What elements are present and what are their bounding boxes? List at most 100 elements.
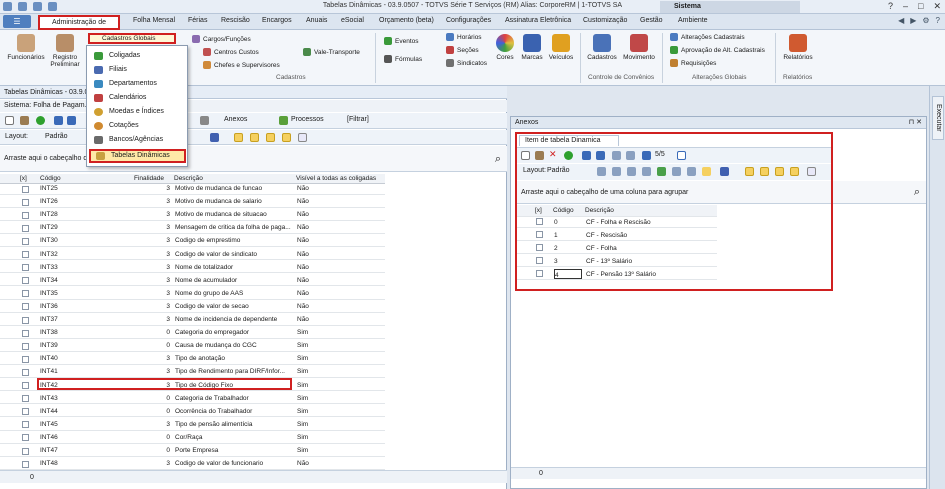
- table-row[interactable]: INT26 3 Motivo de mudanca de salario Não: [0, 197, 385, 208]
- executar-side-tab[interactable]: Executar: [932, 96, 944, 140]
- row-checkbox[interactable]: [22, 408, 29, 416]
- view-2-icon[interactable]: [250, 133, 259, 142]
- table-row[interactable]: INT29 3 Mensagem de critica da folha de pa…: [0, 223, 385, 235]
- help-icon[interactable]: ?: [936, 16, 940, 25]
- view-1-icon[interactable]: [234, 133, 243, 142]
- table-row[interactable]: INT30 3 Codigo de emprestimo Não: [0, 236, 385, 248]
- vale-transporte-button[interactable]: Vale-Transporte: [303, 48, 360, 56]
- row-checkbox[interactable]: [22, 355, 29, 363]
- search-icon[interactable]: ⌕: [914, 181, 920, 204]
- table-row[interactable]: INT25 3 Motivo de mudanca de funcao Não: [0, 184, 385, 195]
- table-row[interactable]: INT46 0 Cor/Raça Sim: [0, 433, 385, 444]
- aprovacao-button[interactable]: Aprovação de Alt. Cadastrais: [670, 46, 765, 54]
- pin-close-icon[interactable]: ⊓ ✕: [909, 117, 922, 129]
- chefes-supervisores-button[interactable]: Chefes e Supervisores: [203, 61, 280, 69]
- previous-icon[interactable]: [67, 116, 76, 125]
- registro-preliminar-button[interactable]: Registro Preliminar: [48, 34, 82, 68]
- close-icon[interactable]: ✕: [933, 1, 941, 12]
- table-row[interactable]: INT43 0 Categoria de Trabalhador Sim: [0, 394, 385, 405]
- search-icon[interactable]: ⌕: [495, 146, 501, 172]
- secoes-button[interactable]: Seções: [446, 46, 479, 54]
- row-checkbox[interactable]: [22, 434, 29, 442]
- row-checkbox[interactable]: [22, 421, 29, 429]
- menu-item-bancos[interactable]: Bancos/Agências: [89, 133, 186, 147]
- row-checkbox[interactable]: [22, 237, 29, 245]
- table-row[interactable]: INT44 0 Ocorrência do Trabalhador Sim: [0, 407, 385, 418]
- col-header-check[interactable]: [x]: [20, 174, 27, 183]
- tab-administracao-pessoal[interactable]: Administração de Pessoal: [38, 15, 120, 37]
- col-header-descricao[interactable]: Descrição: [174, 174, 203, 183]
- tab-orcamento[interactable]: Orçamento (beta): [379, 17, 434, 24]
- document-tab[interactable]: Tabelas Dinâmicas - 03.9.0...: [0, 86, 507, 99]
- formulas-button[interactable]: Fórmulas: [384, 55, 422, 63]
- row-checkbox[interactable]: [22, 251, 29, 258]
- movimento-button[interactable]: Movimento: [620, 34, 658, 61]
- marcas-button[interactable]: Marcas: [520, 34, 544, 61]
- row-checkbox[interactable]: [22, 211, 29, 219]
- table-row[interactable]: INT38 0 Categoria do empregador Sim: [0, 328, 385, 339]
- cargos-funcoes-button[interactable]: Cargos/Funções: [192, 35, 251, 43]
- tab-folha-mensal[interactable]: Folha Mensal: [133, 17, 175, 24]
- chart-icon[interactable]: [210, 133, 219, 142]
- view-3-icon[interactable]: [266, 133, 275, 142]
- sistema-field[interactable]: Folha de Pagam...: [33, 102, 90, 109]
- row-checkbox[interactable]: [22, 395, 29, 403]
- funcionarios-button[interactable]: Funcionários: [6, 34, 46, 61]
- table-row[interactable]: INT35 3 Nome do grupo de AAS Não: [0, 289, 385, 300]
- row-checkbox[interactable]: [22, 329, 29, 337]
- row-checkbox[interactable]: [22, 382, 29, 389]
- refresh-icon[interactable]: [36, 116, 45, 125]
- sindicatos-button[interactable]: Sindicatos: [446, 59, 487, 67]
- file-menu-button[interactable]: ☰: [3, 15, 31, 28]
- tab-assinatura[interactable]: Assinatura Eletrônica: [505, 17, 571, 24]
- row-checkbox[interactable]: [22, 447, 29, 455]
- tab-rescisao[interactable]: Rescisão: [221, 17, 250, 24]
- table-row[interactable]: INT48 3 Codigo de valor de funcionario Não: [0, 459, 385, 470]
- row-checkbox[interactable]: [22, 303, 29, 311]
- row-checkbox[interactable]: [22, 185, 29, 193]
- table-row[interactable]: INT40 3 Tipo de anotação Sim: [0, 354, 385, 366]
- menu-item-cotacoes[interactable]: Cotações: [89, 119, 186, 133]
- row-checkbox[interactable]: [22, 460, 29, 468]
- row-checkbox[interactable]: [22, 198, 29, 206]
- menu-item-calendarios[interactable]: Calendários: [89, 91, 186, 105]
- table-row[interactable]: INT45 3 Tipo de pensão alimentícia Sim: [0, 420, 385, 431]
- tab-customizacao[interactable]: Customização: [583, 17, 627, 24]
- col-header-codigo[interactable]: Código: [40, 174, 61, 183]
- tab-encargos[interactable]: Encargos: [262, 17, 292, 24]
- view-4-icon[interactable]: [282, 133, 291, 142]
- maximize-icon[interactable]: □: [918, 1, 923, 12]
- layout-select[interactable]: Padrão: [45, 133, 68, 140]
- table-row[interactable]: INT28 3 Motivo de mudanca de situacao Não: [0, 210, 385, 221]
- menu-item-tabelas-dinamicas[interactable]: Tabelas Dinâmicas: [89, 149, 186, 163]
- cores-button[interactable]: Cores: [494, 34, 516, 61]
- cadastros-convenios-button[interactable]: Cadastros: [584, 34, 620, 61]
- tab-configuracoes[interactable]: Configurações: [446, 17, 491, 24]
- anexos-menu[interactable]: Anexos: [224, 116, 247, 123]
- veiculos-button[interactable]: Veículos: [547, 34, 575, 61]
- processos-menu[interactable]: Processos: [291, 116, 324, 123]
- filtrar-menu[interactable]: [Filtrar]: [347, 116, 369, 123]
- edit-icon[interactable]: [20, 116, 29, 125]
- help-icon[interactable]: ?: [888, 1, 893, 12]
- row-checkbox[interactable]: [22, 342, 29, 350]
- group-by-area[interactable]: Arraste aqui o cabeçalho de ⌕: [0, 146, 507, 172]
- table-row[interactable]: INT47 0 Porte Empresa Sim: [0, 446, 385, 457]
- table-row[interactable]: INT32 3 Codigo de valor de sindicato Não: [0, 250, 385, 261]
- alteracoes-cadastrais-button[interactable]: Alterações Cadastrais: [670, 33, 745, 41]
- menu-item-moedas[interactable]: Moedas e Índices: [89, 105, 186, 119]
- tab-anuais[interactable]: Anuais: [306, 17, 327, 24]
- table-row[interactable]: INT37 3 Nome de incidencia de dependente Nã…: [0, 315, 385, 326]
- col-header-visivel[interactable]: Visível a todas as coligadas: [296, 174, 376, 183]
- horarios-button[interactable]: Horários: [446, 33, 482, 41]
- text-view-icon[interactable]: [298, 133, 307, 142]
- table-row[interactable]: INT33 3 Nome de totalizador Não: [0, 263, 385, 274]
- tab-ambiente[interactable]: Ambiente: [678, 17, 708, 24]
- cadastros-globais-button[interactable]: Cadastros Globais: [88, 33, 176, 44]
- tab-ferias[interactable]: Férias: [188, 17, 207, 24]
- row-checkbox[interactable]: [22, 264, 29, 272]
- eventos-button[interactable]: Eventos: [384, 37, 419, 45]
- requisicoes-button[interactable]: Requisições: [670, 59, 716, 67]
- row-checkbox[interactable]: [22, 224, 29, 232]
- table-row[interactable]: INT36 3 Codigo de valor de secao Não: [0, 302, 385, 313]
